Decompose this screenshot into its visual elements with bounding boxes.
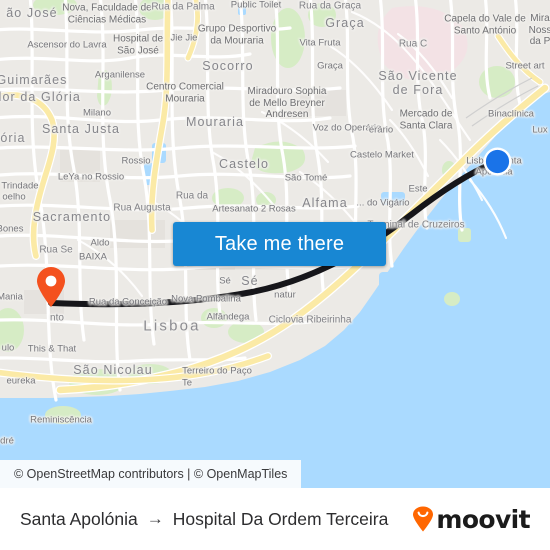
take-me-there-label: Take me there (214, 232, 345, 255)
route-destination-name: Hospital Da Ordem Terceira (172, 508, 389, 529)
route-footer: Santa Apolónia → Hospital Da Ordem Terce… (0, 488, 550, 550)
map-attribution: © OpenStreetMap contributors | © OpenMap… (0, 460, 302, 488)
map-canvas[interactable]: ão José Nova, Faculdade de Ciências Médic… (0, 0, 550, 488)
moovit-route-card: ão José Nova, Faculdade de Ciências Médic… (0, 0, 550, 550)
moovit-logo[interactable]: moovit (412, 504, 531, 534)
origin-location-dot[interactable] (483, 147, 512, 176)
route-origin-name: Santa Apolónia (20, 508, 138, 529)
arrow-right-icon: → (146, 509, 164, 528)
moovit-pin-icon (413, 506, 434, 532)
take-me-there-button[interactable]: Take me there (173, 222, 386, 266)
destination-pin[interactable] (35, 266, 67, 308)
route-summary: Santa Apolónia → Hospital Da Ordem Terce… (20, 509, 388, 530)
attribution-text[interactable]: © OpenStreetMap contributors | © OpenMap… (14, 467, 287, 481)
moovit-wordmark: moovit (436, 504, 530, 534)
